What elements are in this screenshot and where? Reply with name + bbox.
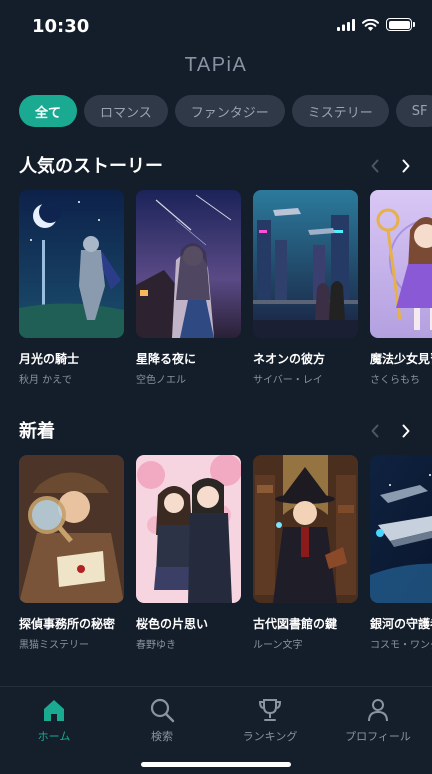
story-cover (136, 190, 241, 338)
nav-profile-label: プロフィール (345, 730, 411, 743)
story-cover (370, 190, 432, 338)
new-arrivals-section: 新着 探偵事務所の秘密 黒猫ミステリー 桜色の片思い 春野ゆき 古代図書館の鍵 … (0, 413, 432, 651)
story-author: ルーン文字 (253, 640, 303, 651)
nav-search-label: 検索 (151, 730, 173, 743)
story-author: さくらもち (370, 375, 420, 386)
story-card[interactable]: 魔法少女見習い さくらもち (370, 190, 432, 386)
chevron-right-icon[interactable] (396, 156, 416, 176)
nav-profile[interactable]: プロフィール (324, 697, 432, 744)
story-cover (136, 455, 241, 603)
chip-all[interactable]: 全て (19, 95, 78, 127)
home-icon (44, 700, 64, 721)
story-card[interactable]: 古代図書館の鍵 ルーン文字 (253, 455, 358, 651)
nav-ranking-label: ランキング (242, 730, 298, 743)
story-card[interactable]: 星降る夜に 空色ノエル (136, 190, 241, 386)
nav-home-label: ホーム (37, 730, 71, 743)
section-title: 新着 (19, 421, 55, 442)
popular-section: 人気のストーリー 月光の騎士 秋月 かえで 星降る夜に 空色ノエル ネオンの彼方… (0, 148, 432, 386)
story-card[interactable]: 探偵事務所の秘密 黒猫ミステリー (19, 455, 124, 651)
trophy-icon (258, 699, 282, 721)
story-card[interactable]: 銀河の守護者 コスモ・ワンダー (370, 455, 432, 651)
chip-sf[interactable]: SF (395, 95, 432, 127)
chevron-left-icon[interactable] (365, 421, 385, 441)
story-card[interactable]: 桜色の片思い 春野ゆき (136, 455, 241, 651)
story-author: 空色ノエル (136, 375, 186, 386)
story-title: 古代図書館の鍵 (253, 617, 338, 631)
chevron-right-icon[interactable] (396, 421, 416, 441)
nav-search[interactable]: 検索 (108, 697, 216, 744)
story-cover (370, 455, 432, 603)
story-cover (253, 190, 358, 338)
story-author: サイバー・レイ (253, 375, 323, 386)
story-title: 桜色の片思い (136, 617, 209, 631)
user-icon (368, 699, 388, 722)
story-card[interactable]: 月光の騎士 秋月 かえで (19, 190, 124, 386)
popular-story-list: 月光の騎士 秋月 かえで 星降る夜に 空色ノエル ネオンの彼方 サイバー・レイ … (19, 190, 432, 386)
story-author: 春野ゆき (136, 640, 176, 651)
search-icon (150, 698, 175, 723)
story-title: 探偵事務所の秘密 (19, 617, 116, 631)
chip-fantasy[interactable]: ファンタジー (174, 95, 285, 127)
status-icons (337, 18, 415, 31)
wifi-icon (362, 18, 379, 31)
new-story-list: 探偵事務所の秘密 黒猫ミステリー 桜色の片思い 春野ゆき 古代図書館の鍵 ルーン… (19, 455, 432, 651)
story-author: 秋月 かえで (19, 375, 72, 386)
story-author: 黒猫ミステリー (19, 640, 89, 651)
status-bar: 10:30 (0, 0, 432, 52)
chip-mystery[interactable]: ミステリー (291, 95, 389, 127)
nav-home[interactable]: ホーム (0, 697, 108, 744)
story-title: 星降る夜に (136, 352, 197, 366)
story-author: コスモ・ワンダー (370, 640, 432, 651)
section-title: 人気のストーリー (19, 156, 163, 177)
chip-romance[interactable]: ロマンス (84, 95, 168, 127)
app-title: TAPiA (184, 54, 248, 76)
bottom-nav: ホーム 検索 ランキング プロフィール (0, 686, 432, 774)
story-title: 月光の騎士 (19, 352, 80, 366)
story-cover (19, 190, 124, 338)
signal-icon (337, 18, 355, 31)
status-time: 10:30 (32, 16, 90, 37)
story-title: ネオンの彼方 (253, 352, 326, 366)
story-cover (19, 455, 124, 603)
battery-icon (386, 18, 415, 31)
story-title: 銀河の守護者 (370, 617, 432, 631)
category-chips: 全て ロマンス ファンタジー ミステリー SF (19, 95, 432, 127)
home-indicator (141, 762, 291, 767)
story-card[interactable]: ネオンの彼方 サイバー・レイ (253, 190, 358, 386)
chevron-left-icon[interactable] (365, 156, 385, 176)
story-title: 魔法少女見習い (370, 352, 432, 366)
nav-ranking[interactable]: ランキング (216, 697, 324, 744)
story-cover (253, 455, 358, 603)
